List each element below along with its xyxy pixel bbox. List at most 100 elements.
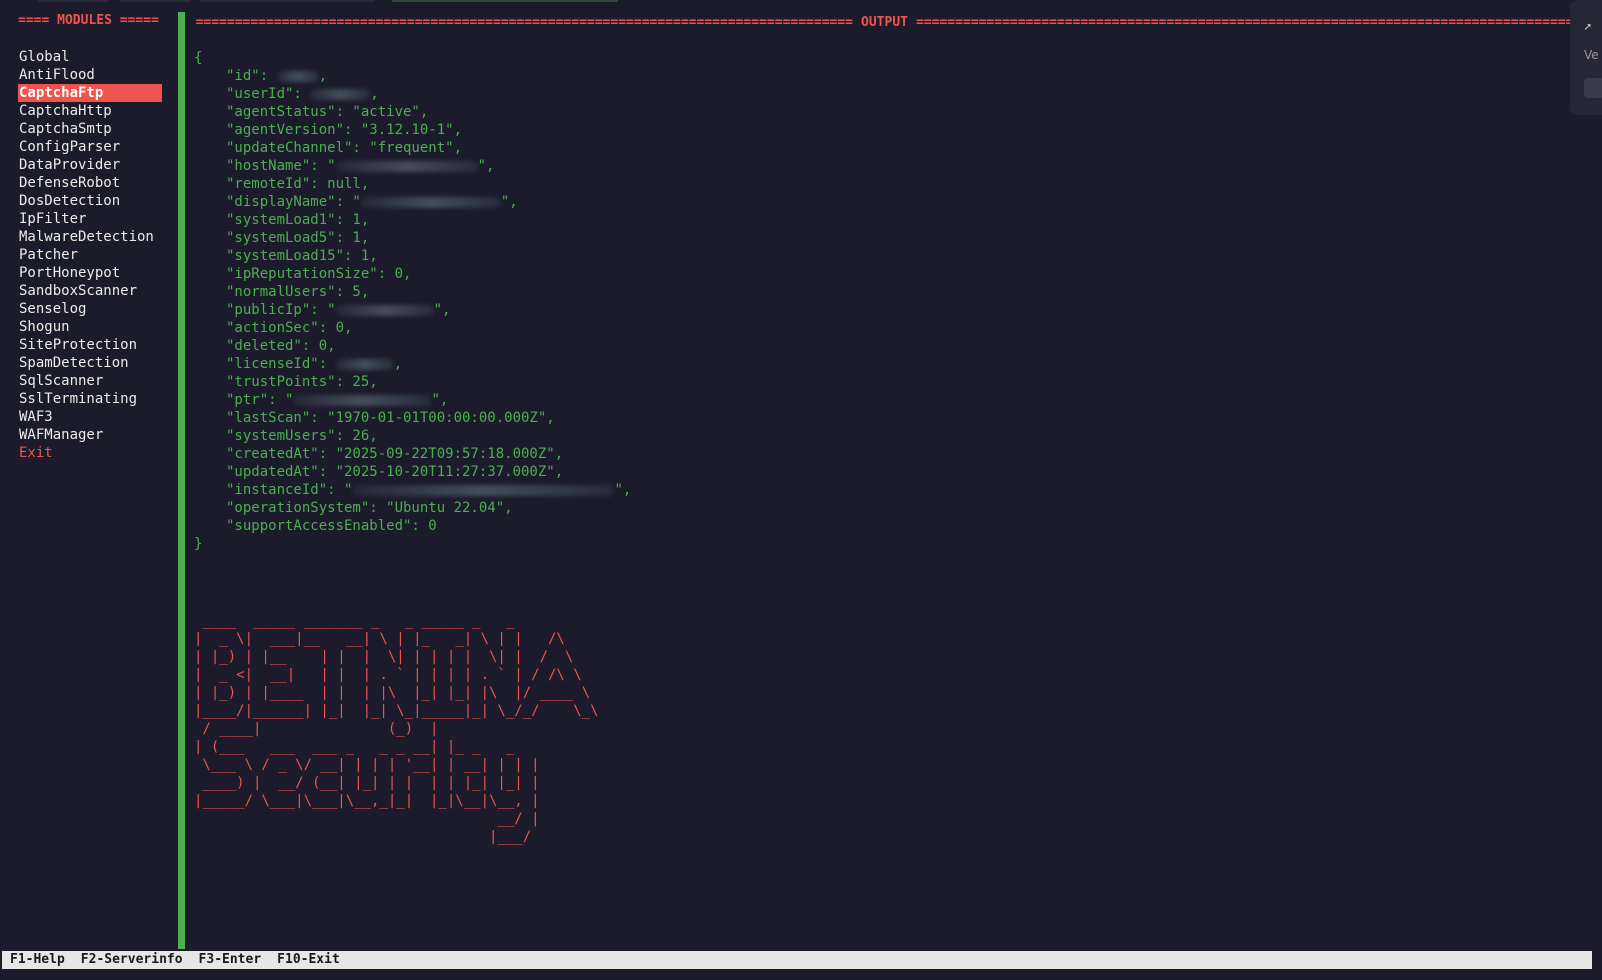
module-item-sslterminating[interactable]: SslTerminating xyxy=(18,390,162,408)
module-item-malwaredetection[interactable]: MalwareDetection xyxy=(18,228,162,246)
module-item-global[interactable]: Global xyxy=(18,48,162,66)
modules-header: ==== MODULES ===== xyxy=(18,13,159,28)
module-item-captchahttp[interactable]: CaptchaHttp xyxy=(18,102,162,120)
json-field: "displayName": " ", xyxy=(194,193,631,211)
redacted-value xyxy=(335,160,478,172)
json-field: "actionSec": 0, xyxy=(194,319,631,337)
json-field-tail: , xyxy=(370,86,379,102)
redacted-value xyxy=(335,304,434,316)
json-field-text: "deleted": 0, xyxy=(226,338,336,354)
json-field: "ptr": " ", xyxy=(194,391,631,409)
redacted-value xyxy=(310,88,371,100)
module-item-wafmanager[interactable]: WAFManager xyxy=(18,426,162,444)
json-field-tail: , xyxy=(318,68,328,84)
json-field-tail: ", xyxy=(614,482,632,498)
rocket-icon[interactable]: ➚ xyxy=(1584,20,1591,34)
json-field-text: "agentVersion": "3.12.10-1", xyxy=(226,122,463,138)
help-key[interactable]: F1-Help xyxy=(10,952,65,967)
json-field-text: "createdAt": "2025-09-22T09:57:18.000Z", xyxy=(226,446,564,462)
module-item-spamdetection[interactable]: SpamDetection xyxy=(18,354,162,372)
module-item-sandboxscanner[interactable]: SandboxScanner xyxy=(18,282,162,300)
output-header-title: OUTPUT xyxy=(861,14,908,30)
pane-divider xyxy=(178,12,185,949)
top-tab[interactable] xyxy=(200,0,375,2)
redacted-value xyxy=(335,358,394,370)
json-field: "systemLoad5": 1, xyxy=(194,229,631,247)
json-field: "agentVersion": "3.12.10-1", xyxy=(194,121,631,139)
module-item-sqlscanner[interactable]: SqlScanner xyxy=(18,372,162,390)
json-brace: } xyxy=(194,536,203,552)
json-field: "agentStatus": "active", xyxy=(194,103,631,121)
module-item-patcher[interactable]: Patcher xyxy=(18,246,162,264)
json-field: "systemLoad1": 1, xyxy=(194,211,631,229)
module-exit[interactable]: Exit xyxy=(18,444,162,462)
module-item-porthoneypot[interactable]: PortHoneypot xyxy=(18,264,162,282)
exit-key[interactable]: F10-Exit xyxy=(277,952,340,967)
json-field-text: "systemLoad15": 1, xyxy=(226,248,378,264)
json-field: "instanceId": " ", xyxy=(194,481,631,499)
json-field: "trustPoints": 25, xyxy=(194,373,631,391)
module-item-dosdetection[interactable]: DosDetection xyxy=(18,192,162,210)
output-header: ========================================… xyxy=(195,13,1574,31)
json-field: "ipReputationSize": 0, xyxy=(194,265,631,283)
json-field-text: "ptr": " xyxy=(226,392,294,408)
output-header-rule-left: ========================================… xyxy=(195,14,854,30)
module-item-captchasmtp[interactable]: CaptchaSmtp xyxy=(18,120,162,138)
json-field: "updateChannel": "frequent", xyxy=(194,139,631,157)
json-field-text: "operationSystem": "Ubuntu 22.04", xyxy=(226,500,513,516)
serverinfo-key[interactable]: F2-Serverinfo xyxy=(81,952,183,967)
module-item-defenserobot[interactable]: DefenseRobot xyxy=(18,174,162,192)
json-field: "systemUsers": 26, xyxy=(194,427,631,445)
module-item-siteprotection[interactable]: SiteProtection xyxy=(18,336,162,354)
module-item-waf3[interactable]: WAF3 xyxy=(18,408,162,426)
top-tab[interactable] xyxy=(120,0,190,2)
module-item-ipfilter[interactable]: IpFilter xyxy=(18,210,162,228)
json-field-text: "lastScan": "1970-01-01T00:00:00.000Z", xyxy=(226,410,555,426)
side-panel-button[interactable] xyxy=(1584,78,1602,98)
json-field: "deleted": 0, xyxy=(194,337,631,355)
json-field: "operationSystem": "Ubuntu 22.04", xyxy=(194,499,631,517)
json-field: "createdAt": "2025-09-22T09:57:18.000Z", xyxy=(194,445,631,463)
module-item-captchaftp[interactable]: CaptchaFtp xyxy=(18,84,162,102)
json-field: "updatedAt": "2025-10-20T11:27:37.000Z", xyxy=(194,463,631,481)
module-item-dataprovider[interactable]: DataProvider xyxy=(18,156,162,174)
enter-key[interactable]: F3-Enter xyxy=(199,952,262,967)
json-field-text: "publicIp": " xyxy=(226,302,336,318)
output-header-rule-right: ========================================… xyxy=(915,14,1574,30)
json-field: "id": , xyxy=(194,67,631,85)
json-field-text: "instanceId": " xyxy=(226,482,353,498)
redacted-value xyxy=(276,70,319,82)
module-item-configparser[interactable]: ConfigParser xyxy=(18,138,162,156)
json-field-text: "remoteId": null, xyxy=(226,176,370,192)
json-field-tail: ", xyxy=(433,302,451,318)
json-field: "publicIp": " ", xyxy=(194,301,631,319)
json-field: "supportAccessEnabled": 0 xyxy=(194,517,631,535)
json-field-tail: ", xyxy=(477,158,495,174)
module-item-senselog[interactable]: Senselog xyxy=(18,300,162,318)
redacted-value xyxy=(360,196,501,208)
top-tab-strip xyxy=(0,0,1602,3)
json-field: "hostName": " ", xyxy=(194,157,631,175)
json-field-tail: ", xyxy=(500,194,518,210)
json-field-text: "displayName": " xyxy=(226,194,361,210)
side-panel: ➚ Ve xyxy=(1570,0,1602,115)
json-field-text: "systemLoad1": 1, xyxy=(226,212,370,228)
json-field-text: "normalUsers": 5, xyxy=(226,284,370,300)
json-field-tail: , xyxy=(393,356,403,372)
json-field-text: "id": xyxy=(226,68,277,84)
json-field-text: "ipReputationSize": 0, xyxy=(226,266,412,282)
json-field: "normalUsers": 5, xyxy=(194,283,631,301)
json-field: "userId": , xyxy=(194,85,631,103)
top-tab[interactable] xyxy=(38,0,108,2)
top-tab-active[interactable] xyxy=(392,0,618,2)
json-field-text: "userId": xyxy=(226,86,311,102)
json-close-brace: } xyxy=(194,535,631,553)
module-item-antiflood[interactable]: AntiFlood xyxy=(18,66,162,84)
json-field-text: "systemLoad5": 1, xyxy=(226,230,370,246)
module-list: Global AntiFlood CaptchaFtp CaptchaHttp Capt… xyxy=(18,48,162,462)
json-field-text: "licenseId": xyxy=(226,356,336,372)
json-field: "lastScan": "1970-01-01T00:00:00.000Z", xyxy=(194,409,631,427)
module-item-shogun[interactable]: Shogun xyxy=(18,318,162,336)
json-field-text: "systemUsers": 26, xyxy=(226,428,378,444)
json-field-text: "actionSec": 0, xyxy=(226,320,353,336)
